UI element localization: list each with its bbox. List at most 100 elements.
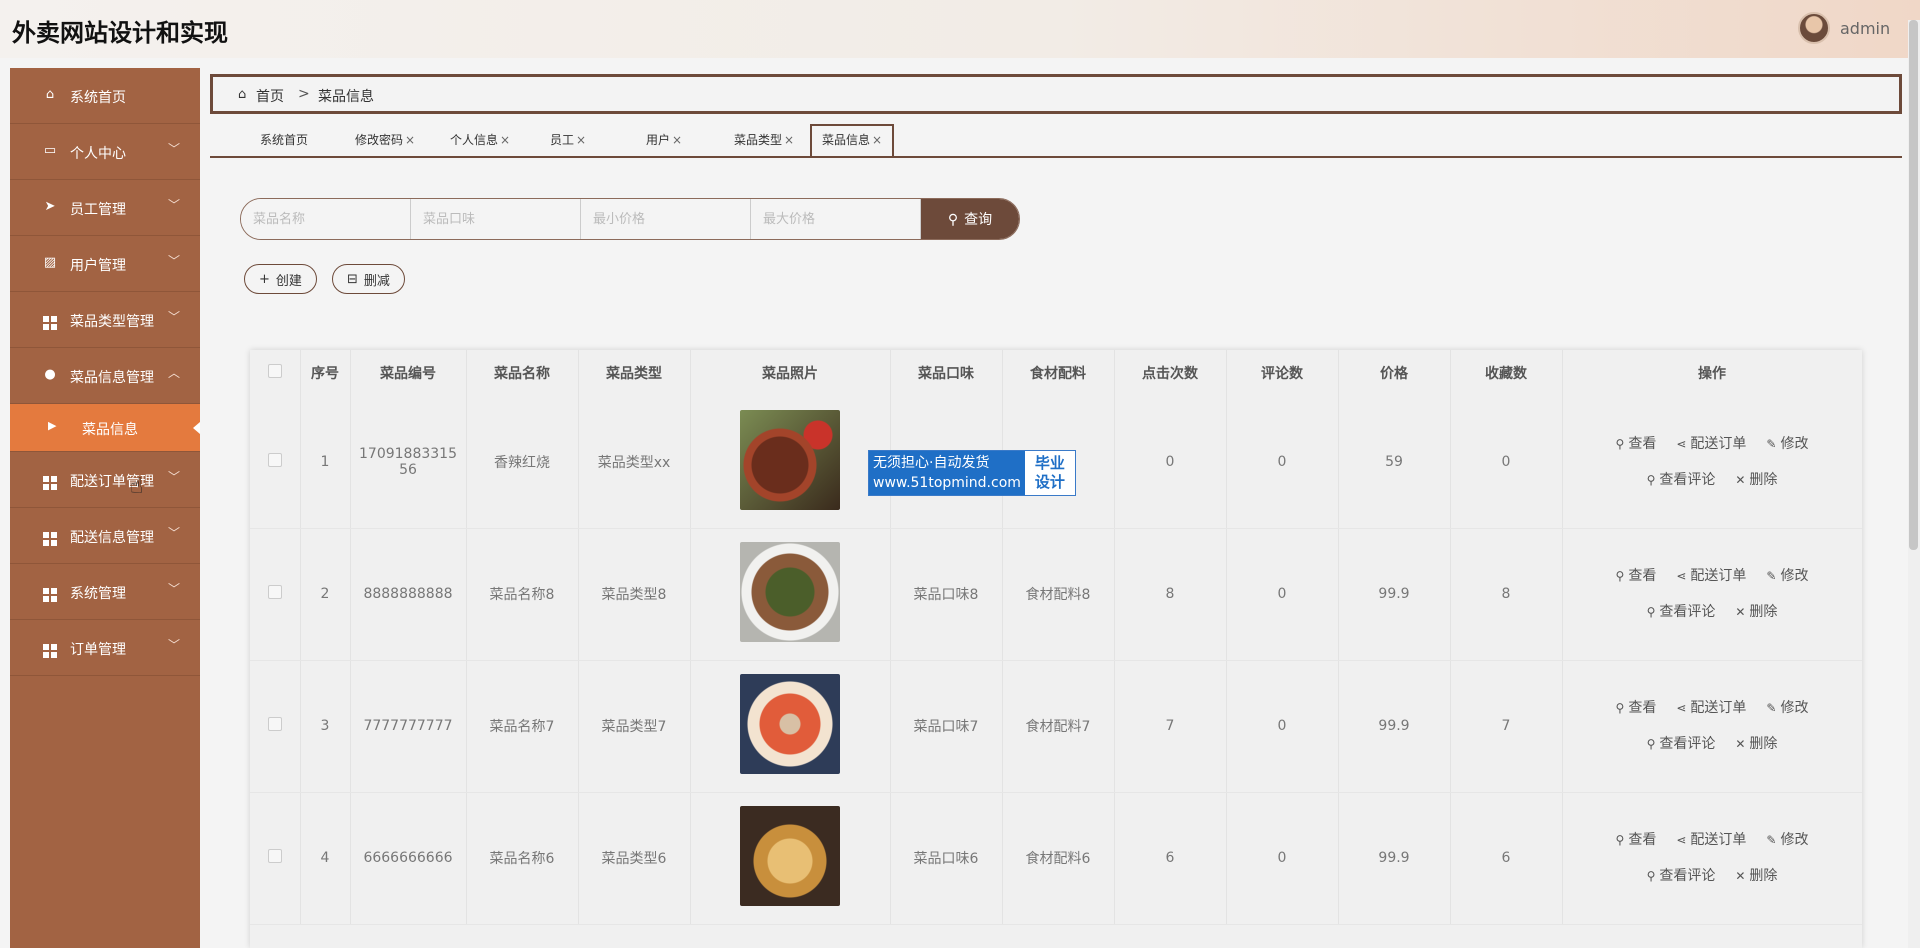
column-header: 序号 — [300, 350, 351, 396]
cell-index: 2 — [300, 528, 351, 661]
user-avatar[interactable] — [1798, 12, 1830, 44]
row-checkbox[interactable] — [250, 792, 301, 925]
create-button-label: 创建 — [275, 273, 302, 289]
tab-home[interactable]: 系统首页 — [260, 124, 308, 156]
column-header: 菜品口味 — [890, 350, 1003, 396]
cell-code-line: 17091883315 — [359, 445, 457, 462]
sidebar-subitem-dish-info[interactable]: ▶ 菜品信息 — [10, 404, 200, 452]
chevron-down-icon: ﹀ — [167, 526, 180, 540]
close-icon: ✕ — [1735, 737, 1746, 751]
view-comments-button-label: 查看评论 — [1659, 868, 1716, 884]
breadcrumb-home[interactable]: 首页 — [256, 86, 284, 106]
tab-staff[interactable]: 员工 × — [550, 124, 586, 156]
view-button-label: 查看 — [1628, 832, 1657, 848]
edit-button[interactable]: ✎ 修改 — [1766, 426, 1808, 462]
view-comments-button[interactable]: ⚲ 查看评论 — [1647, 594, 1716, 630]
sidebar-item-system[interactable]: 系统管理 ﹀ — [10, 564, 200, 620]
cell-comments: 0 — [1226, 792, 1339, 925]
cell-code-line: 56 — [399, 461, 417, 478]
row-checkbox[interactable] — [250, 528, 301, 661]
dish-photo[interactable] — [740, 409, 840, 510]
chevron-down-icon: ﹀ — [167, 582, 180, 596]
dispatch-order-button-label: 配送订单 — [1690, 568, 1747, 584]
view-button[interactable]: ⚲ 查看 — [1616, 690, 1657, 726]
dish-table: 序号 菜品编号 菜品名称 菜品类型 菜品照片 菜品口味 食材配料 点击次数 评论… — [250, 350, 1862, 948]
tab-personal-info[interactable]: 个人信息 × — [450, 124, 510, 156]
dispatch-order-button[interactable]: ⋖ 配送订单 — [1676, 426, 1746, 462]
sidebar-item-label: 配送信息管理 — [70, 530, 154, 546]
cell-code: 7777777777 — [350, 660, 467, 793]
delete-button[interactable]: ✕ 删除 — [1735, 462, 1777, 498]
scrollbar-thumb[interactable] — [1909, 20, 1918, 550]
row-checkbox[interactable] — [250, 396, 301, 529]
sidebar-item-orders[interactable]: 订单管理 ﹀ — [10, 620, 200, 676]
chevron-down-icon: ﹀ — [167, 198, 180, 212]
delete-button[interactable]: ✕ 删除 — [1735, 594, 1777, 630]
column-header: 收藏数 — [1450, 350, 1563, 396]
close-icon[interactable]: × — [784, 133, 794, 147]
dish-photo[interactable] — [740, 674, 840, 774]
sidebar: ⌂ 系统首页 ▭ 个人中心 ﹀ ➤ 员工管理 ﹀ ▨ 用户管理 ﹀ 菜品类型管理… — [10, 68, 200, 948]
cell-index: 4 — [300, 792, 351, 925]
delete-button[interactable]: ✕ 删除 — [1735, 858, 1777, 894]
dispatch-order-button[interactable]: ⋖ 配送订单 — [1676, 558, 1746, 594]
sidebar-item-delivery-info[interactable]: 配送信息管理 ﹀ — [10, 508, 200, 564]
dispatch-order-button[interactable]: ⋖ 配送订单 — [1676, 690, 1746, 726]
search-icon: ⚲ — [1646, 869, 1656, 883]
column-header: 菜品编号 — [350, 350, 467, 396]
view-button[interactable]: ⚲ 查看 — [1616, 426, 1657, 462]
cell-index: 3 — [300, 660, 351, 793]
view-comments-button[interactable]: ⚲ 查看评论 — [1647, 726, 1716, 762]
cell-price: 99.9 — [1338, 660, 1451, 793]
sidebar-item-delivery-orders[interactable]: 配送订单管理 ﹀ — [10, 452, 200, 508]
tab-dish-info[interactable]: 菜品信息 × — [810, 124, 895, 156]
search-button[interactable]: ⚲ 查询 — [921, 199, 1019, 239]
view-comments-button[interactable]: ⚲ 查看评论 — [1647, 462, 1716, 498]
tab-dish-types[interactable]: 菜品类型 × — [734, 124, 794, 156]
dispatch-order-button[interactable]: ⋖ 配送订单 — [1676, 822, 1746, 858]
sidebar-item-personal[interactable]: ▭ 个人中心 ﹀ — [10, 124, 200, 180]
search-bar: ⚲ 查询 — [240, 198, 1020, 240]
create-button[interactable]: + 创建 — [244, 264, 317, 294]
max-price-input[interactable] — [751, 199, 921, 239]
view-comments-button[interactable]: ⚲ 查看评论 — [1647, 858, 1716, 894]
edit-button[interactable]: ✎ 修改 — [1766, 690, 1808, 726]
page-scrollbar[interactable] — [1908, 20, 1920, 948]
dish-taste-input[interactable] — [411, 199, 581, 239]
select-all-checkbox[interactable] — [250, 350, 301, 396]
min-price-input[interactable] — [581, 199, 751, 239]
sidebar-item-staff[interactable]: ➤ 员工管理 ﹀ — [10, 180, 200, 236]
sidebar-item-home[interactable]: ⌂ 系统首页 — [10, 68, 200, 124]
sidebar-item-users[interactable]: ▨ 用户管理 ﹀ — [10, 236, 200, 292]
close-icon[interactable]: × — [872, 133, 882, 147]
view-button[interactable]: ⚲ 查看 — [1616, 822, 1657, 858]
edit-button[interactable]: ✎ 修改 — [1766, 558, 1808, 594]
tab-label: 用户 — [646, 133, 671, 147]
delete-button[interactable]: ✕ 删除 — [1735, 726, 1777, 762]
close-icon[interactable]: × — [405, 133, 415, 147]
edit-button[interactable]: ✎ 修改 — [1766, 822, 1808, 858]
sidebar-item-dish-types[interactable]: 菜品类型管理 ﹀ — [10, 292, 200, 348]
row-checkbox[interactable] — [250, 660, 301, 793]
tab-users[interactable]: 用户 × — [646, 124, 682, 156]
watermark-line: 无须担心·自动发货 — [873, 455, 990, 471]
close-icon[interactable]: × — [672, 133, 682, 147]
send-icon: ➤ — [44, 199, 56, 214]
close-icon[interactable]: × — [576, 133, 586, 147]
sidebar-item-dish-info[interactable]: ● 菜品信息管理 ︿ — [10, 348, 200, 404]
dish-photo[interactable] — [740, 806, 840, 906]
close-icon: ✕ — [1735, 605, 1746, 619]
user-name[interactable]: admin — [1840, 19, 1890, 38]
breadcrumb: ⌂ 首页 > 菜品信息 — [210, 74, 1902, 114]
view-button[interactable]: ⚲ 查看 — [1616, 558, 1657, 594]
sidebar-item-label: 系统管理 — [70, 586, 126, 602]
cell-price: 99.9 — [1338, 792, 1451, 925]
dish-name-input[interactable] — [241, 199, 411, 239]
tab-change-password[interactable]: 修改密码 × — [355, 124, 415, 156]
dish-photo[interactable] — [740, 542, 840, 642]
table-row: 2 8888888888 菜品名称8 菜品类型8 菜品口味8 食材配料8 8 0… — [250, 528, 1862, 661]
edit-button-label: 修改 — [1780, 435, 1809, 452]
sidebar-item-label: 菜品类型管理 — [70, 314, 154, 330]
close-icon[interactable]: × — [500, 133, 510, 147]
batch-delete-button[interactable]: ⊟ 删减 — [332, 264, 405, 294]
